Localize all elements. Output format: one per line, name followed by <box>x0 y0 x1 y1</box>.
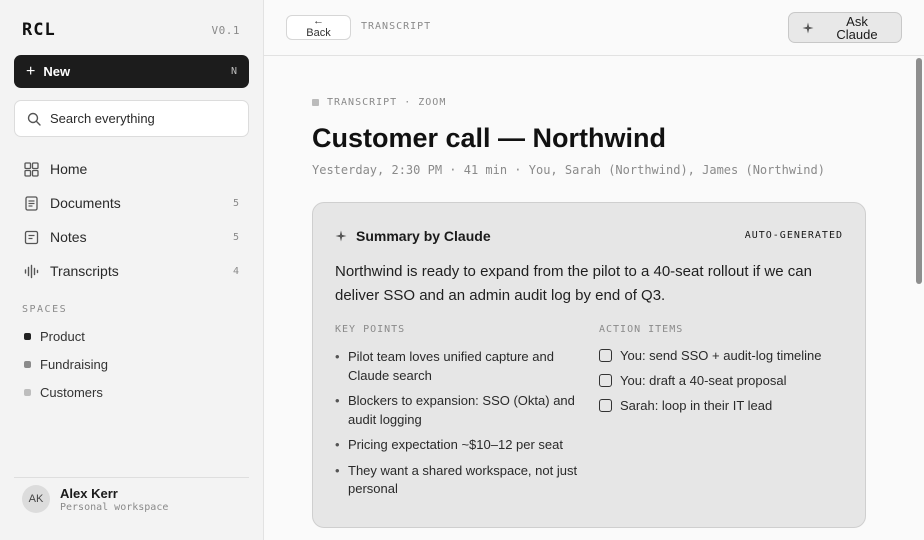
key-point-text: Pilot team loves unified capture and Cla… <box>348 349 554 383</box>
space-item-customers[interactable]: Customers <box>14 378 249 406</box>
key-point-text: Pricing expectation ~$10–12 per seat <box>348 437 564 452</box>
arrow-left-icon: ← <box>313 15 324 27</box>
plus-icon: + <box>26 62 36 80</box>
sidebar-item-count: 5 <box>232 231 239 243</box>
waveform-icon <box>24 264 39 278</box>
key-points-heading: KEY POINTS <box>335 324 406 335</box>
topbar: ← Back TRANSCRIPT Ask Claude <box>264 0 924 56</box>
new-button[interactable]: + New N <box>14 55 249 88</box>
key-point-text: They want a shared workspace, not just p… <box>348 462 578 497</box>
app-logo: RCL <box>22 20 56 40</box>
doc-meta: Yesterday, 2:30 PM · 41 min · You, Sarah… <box>312 163 825 177</box>
divider <box>14 477 249 478</box>
action-item[interactable]: You: draft a 40-seat proposal <box>599 368 849 393</box>
action-item-text: You: send SSO + audit-log timeline <box>620 348 822 363</box>
action-items-heading: ACTION ITEMS <box>599 324 684 335</box>
action-items-list: You: send SSO + audit-log timeline You: … <box>599 343 849 418</box>
search-box[interactable] <box>14 100 249 137</box>
sidebar-item-label: Documents <box>50 195 121 211</box>
sidebar-item-label: Notes <box>50 229 87 245</box>
main-content: TRANSCRIPT · ZOOM Customer call — Northw… <box>264 56 924 540</box>
spaces-list: Product Fundraising Customers <box>14 322 249 406</box>
list-item: • Blockers to expansion: SSO (Okta) and … <box>335 392 585 429</box>
notes-icon <box>24 230 39 244</box>
space-label: Customers <box>40 384 103 400</box>
sidebar-item-home[interactable]: Home <box>14 152 249 186</box>
action-item-text: Sarah: loop in their IT lead <box>620 398 773 413</box>
summary-card: Summary by Claude AUTO-GENERATED Northwi… <box>312 202 866 528</box>
user-name: Alex Kerr <box>60 485 118 501</box>
back-button-label: Back <box>306 27 331 39</box>
search-icon <box>27 112 41 126</box>
scrollbar[interactable] <box>916 58 922 284</box>
doc-kicker: TRANSCRIPT · ZOOM <box>312 97 446 108</box>
breadcrumb: TRANSCRIPT <box>361 21 432 32</box>
user-profile[interactable]: AK Alex Kerr Personal workspace <box>22 485 168 513</box>
summary-text: Northwind is ready to expand from the pi… <box>335 263 812 304</box>
avatar: AK <box>22 485 50 513</box>
space-color-dot <box>24 388 31 396</box>
sidebar-item-label: Transcripts <box>50 263 119 279</box>
back-button[interactable]: ← Back <box>286 15 351 40</box>
summary-card-header: Summary by Claude <box>335 228 491 244</box>
bullet-icon: • <box>335 393 340 408</box>
list-item: • Pilot team loves unified capture and C… <box>335 348 585 385</box>
grid-icon <box>24 161 39 177</box>
new-button-label: New <box>43 64 71 79</box>
action-item[interactable]: You: send SSO + audit-log timeline <box>599 343 849 368</box>
source-square-icon <box>312 99 319 106</box>
checkbox[interactable] <box>599 399 612 412</box>
sidebar-item-transcripts[interactable]: Transcripts 4 <box>14 254 249 288</box>
sidebar-nav: Home Documents 5 Notes 5 Transcripts 4 <box>14 152 249 288</box>
sidebar-item-label: Home <box>50 161 88 177</box>
space-label: Fundraising <box>40 356 108 372</box>
bullet-icon: • <box>335 349 340 364</box>
list-item: • Pricing expectation ~$10–12 per seat <box>335 436 585 455</box>
sidebar-item-count: 5 <box>232 197 239 209</box>
space-item-product[interactable]: Product <box>14 322 249 350</box>
space-color-dot <box>24 360 31 368</box>
space-label: Product <box>40 328 85 344</box>
checkbox[interactable] <box>599 374 612 387</box>
sparkle-icon <box>335 230 347 242</box>
ask-claude-label: Ask Claude <box>836 13 878 42</box>
checkbox[interactable] <box>599 349 612 362</box>
summary-card-title: Summary by Claude <box>356 228 491 244</box>
status-badge: AUTO-GENERATED <box>744 230 843 241</box>
key-points-list: • Pilot team loves unified capture and C… <box>335 348 585 506</box>
spaces-heading: SPACES <box>22 304 68 315</box>
page-title: Customer call — Northwind <box>312 123 667 153</box>
user-workspace: Personal workspace <box>60 501 169 513</box>
key-point-text: Blockers to expansion: SSO (Okta) and au… <box>348 393 575 427</box>
search-input[interactable] <box>50 111 230 126</box>
sparkle-icon <box>802 22 814 33</box>
version-label: V0.1 <box>211 24 240 37</box>
space-item-fundraising[interactable]: Fundraising <box>14 350 249 378</box>
sidebar-item-notes[interactable]: Notes 5 <box>14 220 249 254</box>
document-icon <box>25 195 38 211</box>
bullet-icon: • <box>335 462 340 478</box>
space-color-dot <box>24 332 31 340</box>
doc-kicker-text: TRANSCRIPT · ZOOM <box>327 97 447 108</box>
action-item[interactable]: Sarah: loop in their IT lead <box>599 393 849 418</box>
action-item-text: You: draft a 40-seat proposal <box>620 373 787 388</box>
bullet-icon: • <box>335 437 340 452</box>
sidebar-item-documents[interactable]: Documents 5 <box>14 186 249 220</box>
ask-claude-button[interactable]: Ask Claude <box>788 12 902 43</box>
list-item: • They want a shared workspace, not just… <box>335 462 585 499</box>
sidebar-item-count: 4 <box>232 265 239 277</box>
new-shortcut-hint: N <box>230 66 237 77</box>
sidebar: RCL V0.1 + New N Home <box>0 0 264 540</box>
